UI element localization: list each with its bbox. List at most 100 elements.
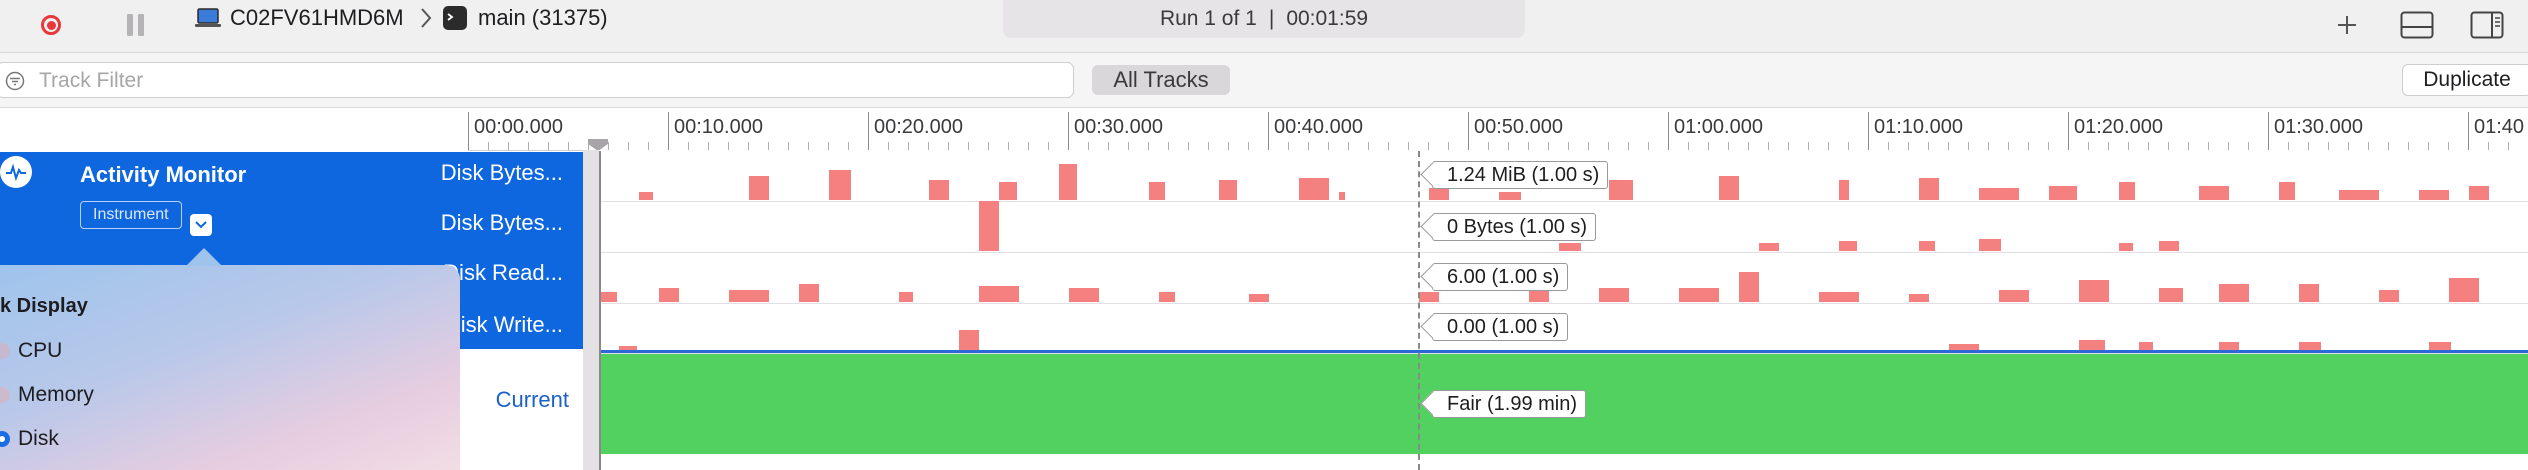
disk-activity-bar	[1979, 239, 2001, 251]
ruler-major-tick	[668, 112, 669, 150]
ruler-major-tick	[1468, 112, 1469, 150]
ruler-minor-tick	[2208, 142, 2209, 150]
run-count: Run 1 of 1	[1159, 7, 1257, 30]
ruler-minor-tick	[1388, 142, 1389, 150]
popover-title: k Display	[0, 295, 88, 317]
record-button[interactable]	[34, 8, 68, 42]
radio-cpu[interactable]	[0, 343, 10, 359]
radio-memory[interactable]	[0, 387, 10, 403]
bottom-panel-icon	[2400, 11, 2434, 39]
radio-disk-selected[interactable]	[0, 431, 10, 447]
disk-activity-bar	[1559, 243, 1581, 251]
option-cpu[interactable]: CPU	[0, 339, 62, 363]
ruler-minor-tick	[1288, 142, 1289, 150]
ruler-minor-tick	[2028, 142, 2029, 150]
device-name: C02FV61HMD6M	[230, 5, 404, 30]
playhead-line	[599, 151, 601, 470]
track-label-disk-reads[interactable]: Disk Read...	[443, 260, 563, 286]
track-label-disk-bytes-written[interactable]: Disk Bytes...	[441, 210, 563, 236]
record-icon	[41, 15, 61, 35]
ruler-minor-tick	[2088, 142, 2089, 150]
ruler-minor-tick	[2448, 142, 2449, 150]
target-breadcrumb[interactable]: main (31375)	[442, 0, 608, 36]
duplicate-button[interactable]: Duplicate	[2402, 64, 2528, 96]
ruler-minor-tick	[1108, 142, 1109, 150]
disk-activity-bar	[1429, 188, 1449, 200]
ruler-minor-tick	[1608, 142, 1609, 150]
ruler-minor-tick	[1968, 142, 1969, 150]
ruler-minor-tick	[1128, 142, 1129, 150]
ruler-minor-tick	[1408, 142, 1409, 150]
ruler-minor-tick	[1448, 142, 1449, 150]
display-popover: k Display CPU Memory Disk	[0, 265, 460, 470]
ruler-major-tick	[468, 112, 469, 150]
ruler-tick-label: 00:50.000	[1474, 116, 1563, 138]
ruler-minor-tick	[2128, 142, 2129, 150]
ruler-minor-tick	[2148, 142, 2149, 150]
disk-activity-bar	[2469, 186, 2489, 200]
pause-button[interactable]	[118, 8, 152, 42]
ruler-minor-tick	[568, 142, 569, 150]
disk-activity-bar	[659, 288, 679, 302]
time-ruler[interactable]: 00:00.000 00:10.000 00:20.000 00:30.000 00:4…	[468, 108, 2528, 151]
panel-divider[interactable]	[583, 150, 599, 470]
ruler-minor-tick	[1568, 142, 1569, 150]
bottom-panel-button[interactable]	[2400, 8, 2434, 42]
add-button[interactable]	[2330, 8, 2364, 42]
disk-activity-bar	[2219, 284, 2249, 302]
filter-icon	[5, 71, 25, 91]
right-panel-button[interactable]	[2470, 8, 2504, 42]
device-breadcrumb[interactable]: C02FV61HMD6M	[194, 0, 404, 36]
breadcrumb-chevron-icon	[420, 0, 432, 36]
ruler-major-tick	[2268, 112, 2269, 150]
ruler-minor-tick	[1208, 142, 1209, 150]
ruler-minor-tick	[1948, 142, 1949, 150]
ruler-minor-tick	[988, 142, 989, 150]
ruler-minor-tick	[828, 142, 829, 150]
ruler-minor-tick	[2168, 142, 2169, 150]
display-menu-button[interactable]	[190, 214, 212, 236]
disk-activity-bar	[2159, 288, 2183, 302]
ruler-minor-tick	[1428, 142, 1429, 150]
ruler-major-tick	[1068, 112, 1069, 150]
track-label-disk-bytes-read[interactable]: Disk Bytes...	[441, 160, 563, 186]
ruler-minor-tick	[2308, 142, 2309, 150]
ruler-tick-label: 01:30.000	[2274, 116, 2363, 138]
disk-activity-bar	[2119, 243, 2133, 251]
disk-activity-bar	[1529, 290, 1549, 302]
ruler-minor-tick	[1708, 142, 1709, 150]
inspection-line	[1418, 151, 1420, 470]
disk-activity-bar	[1339, 192, 1345, 200]
ruler-minor-tick	[1348, 142, 1349, 150]
ruler-major-tick	[1668, 112, 1669, 150]
disk-activity-bar	[599, 292, 617, 302]
toolbar: C02FV61HMD6M main (31375) Run 1 of 1 | 0…	[0, 0, 2528, 53]
ruler-minor-tick	[1788, 142, 1789, 150]
ruler-minor-tick	[2348, 142, 2349, 150]
ruler-minor-tick	[808, 142, 809, 150]
ruler-minor-tick	[928, 142, 929, 150]
ruler-minor-tick	[2408, 142, 2409, 150]
all-tracks-button[interactable]: All Tracks	[1092, 65, 1230, 95]
ruler-minor-tick	[688, 142, 689, 150]
ruler-minor-tick	[848, 142, 849, 150]
terminal-icon	[443, 6, 467, 30]
thermal-band-top-edge	[599, 350, 2528, 353]
ruler-tick-label: 01:00.000	[1674, 116, 1763, 138]
ruler-minor-tick	[2368, 142, 2369, 150]
disk-activity-bar	[1839, 180, 1849, 200]
disk-activity-bar	[1819, 292, 1859, 302]
track-label-disk-writes[interactable]: Disk Write...	[445, 312, 563, 338]
option-memory[interactable]: Memory	[0, 383, 94, 407]
ruler-minor-tick	[1728, 142, 1729, 150]
track-filter-input[interactable]	[37, 63, 1061, 99]
ruler-minor-tick	[1748, 142, 1749, 150]
ruler-minor-tick	[1848, 142, 1849, 150]
option-disk[interactable]: Disk	[0, 427, 59, 451]
inspection-value-tooltip: 0 Bytes (1.00 s)	[1432, 213, 1597, 241]
elapsed-time: 00:01:59	[1286, 7, 1369, 30]
track-filter-field[interactable]	[0, 62, 1074, 99]
ruler-minor-tick	[528, 142, 529, 150]
disk-activity-bar	[1839, 241, 1857, 251]
ruler-minor-tick	[1248, 142, 1249, 150]
